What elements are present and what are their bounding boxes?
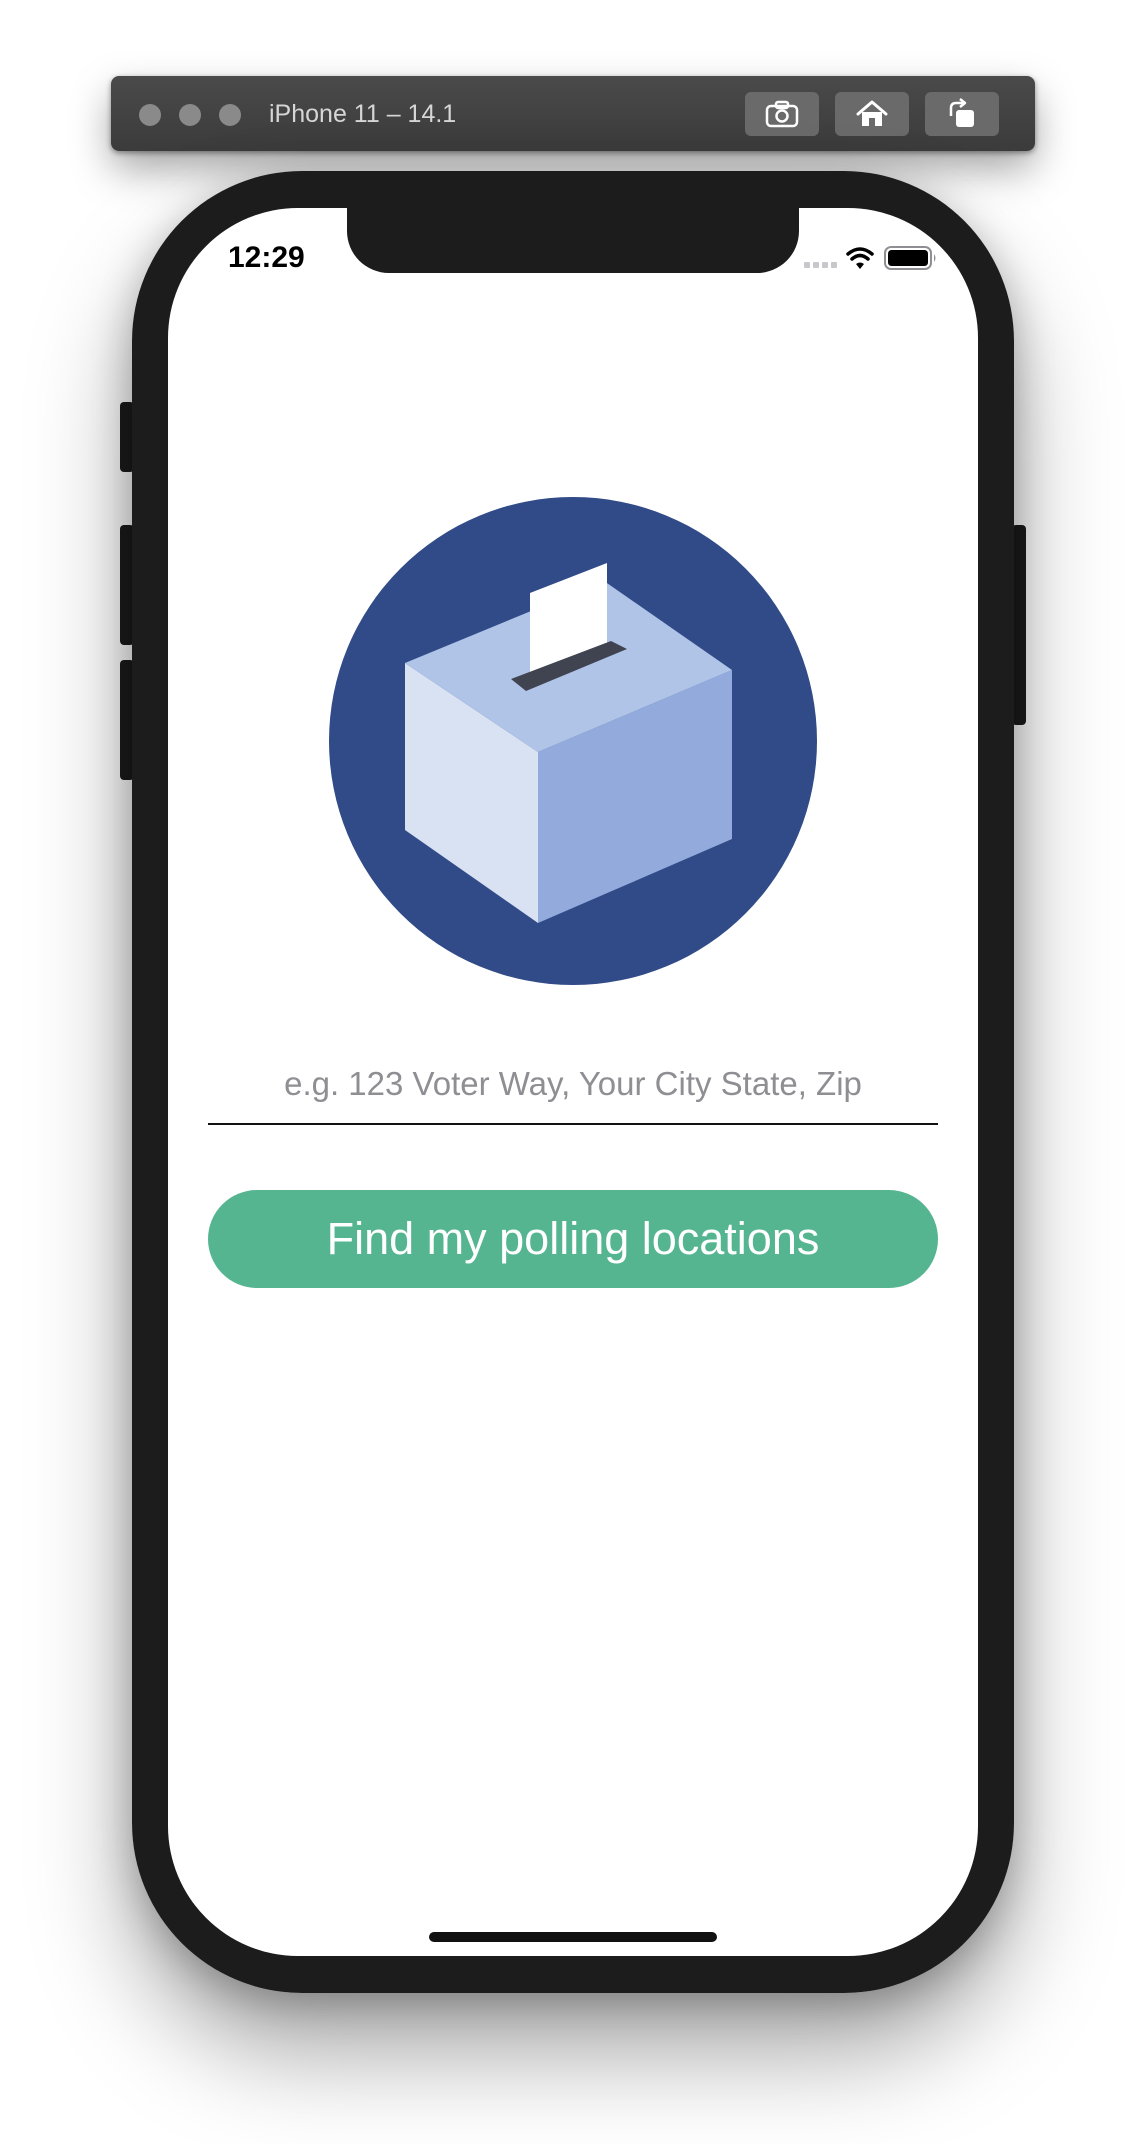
find-polling-locations-button[interactable]: Find my polling locations [208, 1190, 938, 1288]
camera-icon [765, 100, 799, 128]
zoom-window-button[interactable] [219, 104, 241, 126]
simulator-toolbar: iPhone 11 – 14.1 [111, 76, 1035, 151]
status-time: 12:29 [228, 241, 305, 274]
rotate-button[interactable] [925, 92, 999, 136]
notch [347, 208, 799, 273]
minimize-window-button[interactable] [179, 104, 201, 126]
window-title: iPhone 11 – 14.1 [269, 100, 457, 128]
close-window-button[interactable] [139, 104, 161, 126]
home-icon [856, 100, 888, 126]
wifi-icon [846, 247, 874, 269]
rotate-icon [949, 98, 974, 127]
home-button[interactable] [835, 92, 909, 136]
status-icons [804, 244, 954, 274]
home-indicator[interactable] [429, 1932, 717, 1942]
power-button [1012, 525, 1026, 725]
cellular-signal-icon [804, 262, 837, 268]
ballot-box-icon [329, 497, 817, 985]
stage: iPhone 11 – 14.1 12:29 e.g. 123 Voter Wa… [0, 0, 1146, 2144]
address-input[interactable] [208, 1045, 938, 1125]
battery-icon [884, 246, 936, 270]
screenshot-button[interactable] [745, 92, 819, 136]
phone-screen: 12:29 e.g. 123 Voter Way, Your City Stat… [168, 208, 978, 1956]
